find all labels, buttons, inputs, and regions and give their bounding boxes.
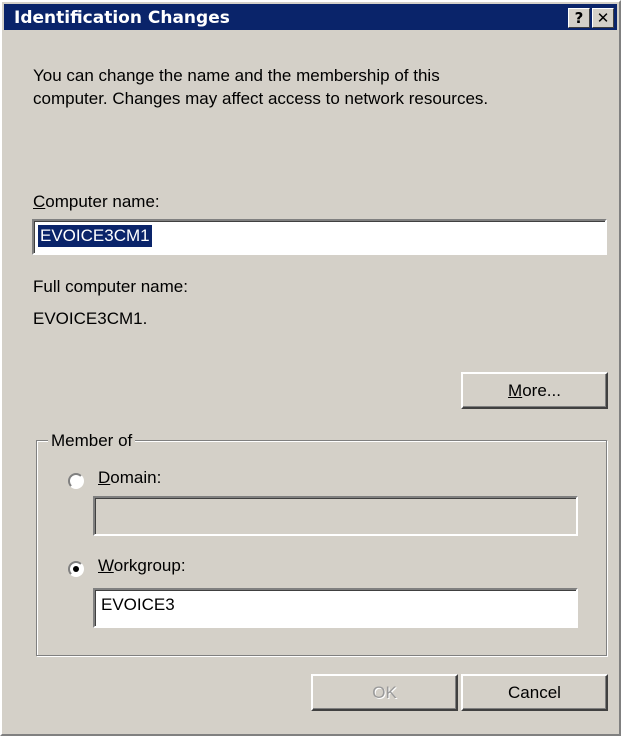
full-computer-name-label: Full computer name: xyxy=(33,277,188,296)
computer-name-hotkey: C xyxy=(33,192,46,211)
computer-name-input[interactable]: EVOICE3CM1 xyxy=(32,219,607,255)
help-icon[interactable]: ? xyxy=(568,8,590,28)
domain-hotkey: D xyxy=(98,468,111,487)
more-hotkey: M xyxy=(508,381,523,400)
ok-button[interactable]: OK xyxy=(311,674,458,711)
more-label: ore... xyxy=(522,381,561,400)
window-title: Identification Changes xyxy=(14,8,230,28)
more-button[interactable]: More... xyxy=(461,372,608,409)
workgroup-radio[interactable] xyxy=(68,561,84,577)
workgroup-label: Workgroup: xyxy=(98,556,186,576)
domain-label: Domain: xyxy=(98,468,161,488)
identification-changes-dialog: Identification Changes ? ✕ You can chang… xyxy=(0,0,621,736)
workgroup-label-text: orkgroup: xyxy=(113,556,186,575)
domain-label-text: omain: xyxy=(110,468,162,487)
full-computer-name-value: EVOICE3CM1. xyxy=(33,309,148,328)
computer-name-label: Computer name: xyxy=(33,192,160,212)
workgroup-input[interactable]: EVOICE3 xyxy=(93,588,578,628)
close-icon[interactable]: ✕ xyxy=(592,8,614,28)
computer-name-value: EVOICE3CM1 xyxy=(38,225,152,247)
description-line-2: computer. Changes may affect access to n… xyxy=(33,89,489,108)
workgroup-hotkey: W xyxy=(98,556,114,575)
domain-input[interactable] xyxy=(93,496,578,536)
workgroup-radio-dot xyxy=(73,566,79,572)
description-line-1: You can change the name and the membersh… xyxy=(33,66,440,85)
member-of-label: Member of xyxy=(48,431,136,451)
computer-name-label-text: omputer name: xyxy=(45,192,160,211)
domain-radio[interactable] xyxy=(68,473,84,489)
workgroup-value: EVOICE3 xyxy=(101,595,175,614)
title-bar: Identification Changes ? ✕ xyxy=(4,4,617,30)
cancel-button[interactable]: Cancel xyxy=(461,674,608,711)
